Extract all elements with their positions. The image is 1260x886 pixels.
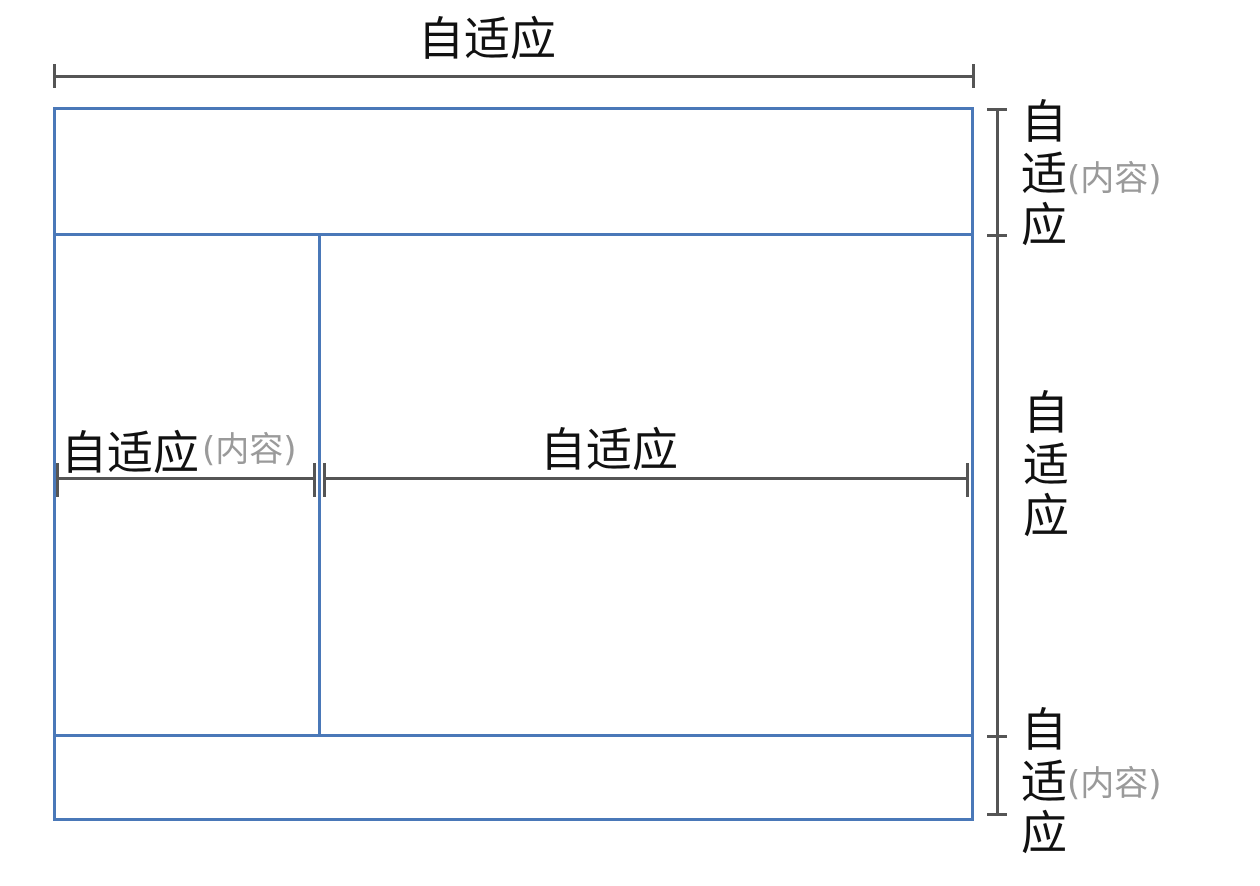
center-width-label: 自适应 <box>540 423 678 477</box>
left-width-dimension-left-tick <box>56 463 59 497</box>
left-width-note: (内容) <box>202 430 297 470</box>
top-width-dimension-left-tick <box>53 64 56 88</box>
center-width-dimension-left-tick <box>323 463 326 497</box>
right-height-top-tick <box>987 108 1007 111</box>
right-height-dimension-line <box>996 108 999 816</box>
left-sidebar-region <box>53 233 321 737</box>
center-width-dimension-right-tick <box>966 463 969 497</box>
header-region <box>53 107 974 236</box>
right-height-upper-divider-tick <box>987 234 1007 237</box>
right-height-lower-divider-tick <box>987 735 1007 738</box>
left-width-dimension-right-tick <box>313 463 316 497</box>
right-middle-height-label: 自适应 <box>1023 386 1069 544</box>
main-content-region <box>318 233 974 737</box>
right-top-height-note: (内容) <box>1067 159 1162 199</box>
footer-region <box>53 734 974 821</box>
center-width-dimension-line <box>324 477 969 480</box>
right-height-bottom-tick <box>987 813 1007 816</box>
top-width-dimension-right-tick <box>972 64 975 88</box>
top-width-dimension-line <box>54 75 974 78</box>
top-width-label: 自适应 <box>418 12 556 66</box>
right-bottom-height-note: (内容) <box>1067 764 1162 804</box>
left-width-label: 自适应 <box>61 426 199 480</box>
